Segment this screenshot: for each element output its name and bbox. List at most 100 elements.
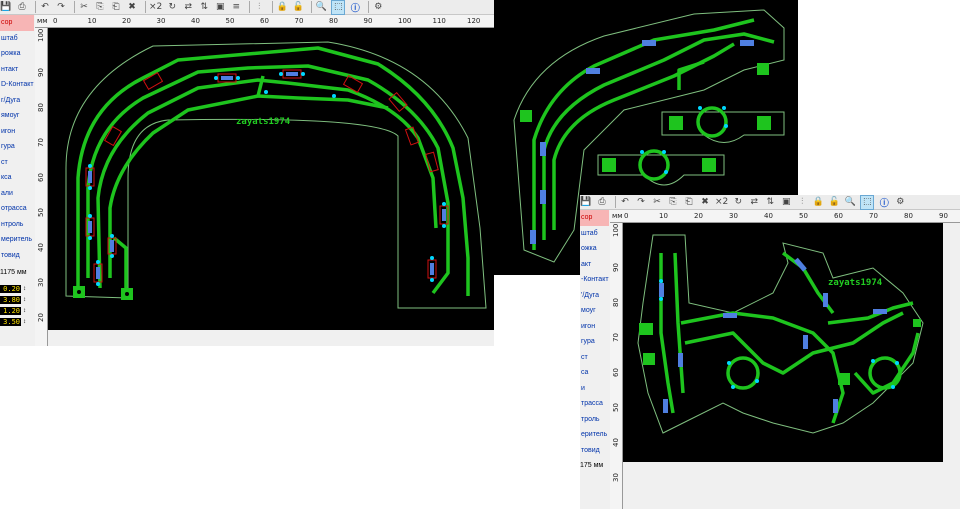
cut-icon[interactable]: ✂ [651,196,663,209]
pcb-canvas[interactable]: zayats1974 [623,223,943,462]
rotate-icon[interactable]: ↻ [166,1,178,14]
sidebar-tool-item[interactable]: -Контакт [580,272,609,288]
save-icon[interactable]: 💾 [0,1,12,14]
sidebar-tool-item[interactable]: трасса [580,396,609,412]
sidebar-tool-item[interactable]: моуг [580,303,609,319]
settings-icon[interactable]: ⚙ [894,196,906,209]
lock-icon[interactable]: 🔒 [812,196,824,209]
mirror-v-icon[interactable]: ⇅ [764,196,776,209]
lock-icon[interactable]: 🔒 [276,1,288,14]
parameter-unit: ↕ [23,297,26,303]
sidebar-tool-item[interactable]: сор [0,15,34,31]
hierarchy-icon[interactable]: ⫶ [253,1,265,14]
copy-icon[interactable]: ⎘ [667,196,679,209]
sidebar-tool-item[interactable]: ст [0,155,34,171]
ruler-tick-label: 40 [612,438,620,447]
sidebar-tool-item[interactable]: нтакт [0,62,34,78]
rotate-icon[interactable]: ↻ [732,196,744,209]
unlock-icon[interactable]: 🔓 [292,1,304,14]
sidebar-tool-item[interactable]: гура [580,334,609,350]
ruler-tick-label: 110 [432,17,446,25]
zoom-icon[interactable]: 🔍 [315,1,327,14]
delete-icon[interactable]: ✖ [126,1,138,14]
parameter-field[interactable]: 1.20 ↕ [0,306,34,316]
unlock-icon[interactable]: 🔓 [828,196,840,209]
info-icon[interactable]: ⓘ [349,1,361,14]
sidebar-tool-item[interactable]: D-Контакт [0,77,34,93]
grid-size-label: 1175 мм [0,269,27,276]
sidebar-tool-item[interactable]: ст [580,350,609,366]
group-icon[interactable]: ▣ [780,196,792,209]
ruler-unit-label: мм [37,17,48,25]
ruler-tick-label: 30 [37,278,45,287]
horizontal-ruler: мм 0 10 20 30 40 50 60 70 80 90 100 110 120 [35,15,494,28]
parameter-field[interactable]: 0.20 ↕ [0,284,34,294]
mirror-h-icon[interactable]: ⇄ [182,1,194,14]
cut-icon[interactable]: ✂ [78,1,90,14]
ruler-tick-label: 80 [37,103,45,112]
sidebar-tool-item[interactable]: товид [0,248,34,264]
sidebar-tool-item[interactable]: нтроль [0,217,34,233]
ruler-tick-label: 90 [939,212,948,220]
sidebar-tool-item[interactable]: игон [580,319,609,335]
x2-button[interactable]: ×2 [715,196,728,209]
ruler-tick-label: 20 [694,212,703,220]
align-icon[interactable]: ≡ [230,1,242,14]
sidebar-tool-item[interactable]: отрасса [0,201,34,217]
parameter-value[interactable]: 3.50 [0,318,21,326]
select-icon[interactable]: ⬚ [331,0,346,15]
delete-icon[interactable]: ✖ [699,196,711,209]
ruler-tick-label: 20 [122,17,131,25]
mirror-v-icon[interactable]: ⇅ [198,1,210,14]
sidebar-tool-item[interactable]: еритель [580,427,609,443]
ruler-tick-label: 30 [612,473,620,482]
sidebar-tool-item[interactable]: штаб [580,226,609,242]
group-icon[interactable]: ▣ [214,1,226,14]
parameter-value[interactable]: 0.20 [0,285,21,293]
select-icon[interactable]: ⬚ [860,195,875,210]
sidebar-tool-item[interactable]: кса [0,170,34,186]
sidebar-tool-item[interactable]: и [580,381,609,397]
sidebar-tool-item[interactable]: са [580,365,609,381]
print-icon[interactable]: ⎙ [16,1,28,14]
pcb-layout-1: zayats1974 [65,41,487,309]
paste-icon[interactable]: ⎗ [110,1,122,14]
mirror-h-icon[interactable]: ⇄ [748,196,760,209]
pads [73,286,133,300]
sidebar-tool-item[interactable]: рожка [0,46,34,62]
undo-icon[interactable]: ↶ [619,196,631,209]
copy-icon[interactable]: ⎘ [94,1,106,14]
hierarchy-icon[interactable]: ⫶ [796,196,808,209]
info-icon[interactable]: ⓘ [878,196,890,209]
toolbar-separator [145,1,146,13]
sidebar-tool-item[interactable]: акт [580,257,609,273]
sidebar-tool-item[interactable]: меритель [0,232,34,248]
toolbar-separator [249,1,251,13]
parameter-field[interactable]: 3.80 ↕ [0,295,34,305]
settings-icon[interactable]: ⚙ [372,1,384,14]
toolbar-separator [35,1,36,13]
pcb-canvas[interactable]: zayats1974 [48,28,494,330]
sidebar-tool-item[interactable]: штаб [0,31,34,47]
parameter-field[interactable]: 3.50 ↕ [0,317,34,327]
redo-icon[interactable]: ↷ [55,1,67,14]
sidebar-tool-item[interactable]: сор [580,210,609,226]
sidebar-tool-item[interactable]: али [0,186,34,202]
undo-icon[interactable]: ↶ [39,1,51,14]
zoom-icon[interactable]: 🔍 [844,196,856,209]
print-icon[interactable]: ⎙ [596,196,608,209]
sidebar-tool-item[interactable]: троль [580,412,609,428]
sidebar-tool-item[interactable]: товид [580,443,609,459]
x2-button[interactable]: ×2 [149,1,162,14]
sidebar-tool-item[interactable]: '/Дуга [580,288,609,304]
sidebar-tool-item[interactable]: ямоуг [0,108,34,124]
parameter-value[interactable]: 1.20 [0,307,21,315]
save-icon[interactable]: 💾 [580,196,592,209]
sidebar-tool-item[interactable]: г/Дуга [0,93,34,109]
sidebar-tool-item[interactable]: гура [0,139,34,155]
parameter-value[interactable]: 3.80 [0,296,21,304]
sidebar-tool-item[interactable]: ожка [580,241,609,257]
paste-icon[interactable]: ⎗ [683,196,695,209]
sidebar-tool-item[interactable]: игон [0,124,34,140]
redo-icon[interactable]: ↷ [635,196,647,209]
